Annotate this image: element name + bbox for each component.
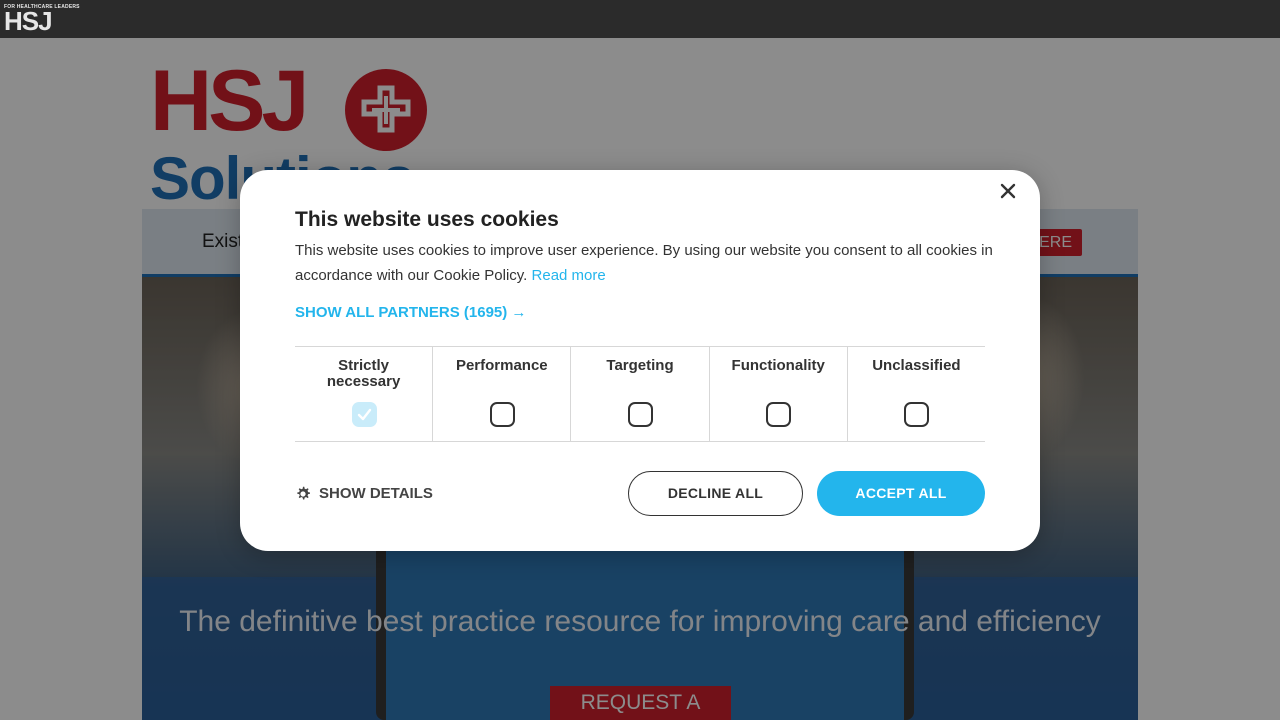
cookie-dialog-title: This website uses cookies <box>295 208 559 231</box>
targeting-checkbox[interactable] <box>628 402 653 427</box>
category-label: Targeting <box>606 357 674 374</box>
category-label: Functionality <box>731 357 825 374</box>
logo-mark: HSJ <box>4 6 53 36</box>
hsj-site-logo[interactable]: FOR HEALTHCARE LEADERS HSJ <box>4 4 80 36</box>
unclassified-checkbox[interactable] <box>904 402 930 427</box>
top-bar: FOR HEALTHCARE LEADERS HSJ <box>0 0 1280 38</box>
category-strictly-necessary: Strictly necessary <box>295 347 434 441</box>
cookie-description-text: This website uses cookies to improve use… <box>295 242 993 284</box>
show-details-label: SHOW DETAILS <box>319 485 433 502</box>
functionality-checkbox[interactable] <box>766 402 792 427</box>
decline-all-button[interactable]: DECLINE ALL <box>628 471 803 516</box>
read-more-link[interactable]: Read more <box>532 267 606 284</box>
category-label: Unclassified <box>872 357 961 374</box>
accept-all-button[interactable]: ACCEPT ALL <box>817 471 985 516</box>
category-targeting: Targeting <box>571 347 710 441</box>
show-details-toggle[interactable]: SHOW DETAILS <box>295 485 433 502</box>
category-label: Strictly necessary <box>326 357 401 390</box>
cookie-dialog-description: This website uses cookies to improve use… <box>295 238 995 288</box>
cookie-categories: Strictly necessary Performance Targeting… <box>295 346 985 442</box>
category-performance: Performance <box>433 347 572 441</box>
category-label: Performance <box>455 357 548 374</box>
category-unclassified: Unclassified <box>848 347 985 441</box>
category-functionality: Functionality <box>710 347 848 441</box>
show-all-partners-link[interactable]: SHOW ALL PARTNERS (1695) → <box>295 304 526 321</box>
performance-checkbox[interactable] <box>489 402 515 427</box>
cookie-consent-dialog: This website uses cookies This website u… <box>240 170 1040 551</box>
strictly-necessary-checkbox[interactable] <box>351 402 377 427</box>
close-icon[interactable] <box>998 181 1018 201</box>
checkmark-icon <box>357 408 371 421</box>
gear-icon <box>297 486 310 499</box>
